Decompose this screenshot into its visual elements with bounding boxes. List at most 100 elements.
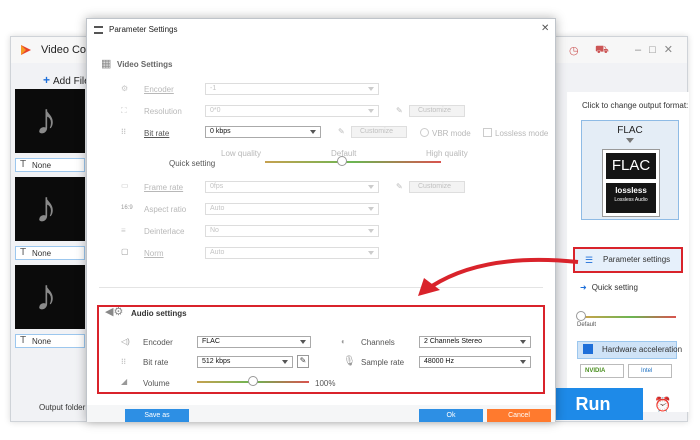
- volume-label: Volume: [143, 379, 170, 388]
- chevron-down-icon: [300, 340, 306, 344]
- audio-bitrate-label: Bit rate: [143, 358, 169, 367]
- encoder-icon: ⚙: [121, 84, 129, 93]
- frame-rate-customize-button[interactable]: ✎ Customize: [396, 181, 465, 193]
- text-icon: T: [20, 247, 27, 258]
- dropdown-arrow-icon: [626, 138, 634, 143]
- file-thumbnail[interactable]: ♪: [15, 89, 85, 153]
- lossless-mode-checkbox[interactable]: [483, 128, 492, 137]
- subtitle-value: None: [32, 249, 52, 258]
- app-logo-icon: [21, 45, 31, 55]
- quality-slider-handle[interactable]: [337, 156, 347, 166]
- norm-select[interactable]: Auto: [205, 247, 379, 259]
- audio-bitrate-value: 512 kbps: [202, 358, 231, 365]
- frame-rate-select[interactable]: 0fps: [205, 181, 379, 193]
- chevron-down-icon: [282, 360, 288, 364]
- video-encoder-value: -1: [210, 85, 217, 92]
- chevron-down-icon: [368, 229, 374, 233]
- audio-encoder-value: FLAC: [202, 338, 220, 345]
- deinterlace-select[interactable]: No: [205, 225, 379, 237]
- nvidia-badge[interactable]: NVIDIA: [580, 364, 624, 378]
- pencil-icon[interactable]: ✎: [297, 355, 309, 368]
- chevron-down-icon: [368, 87, 374, 91]
- audio-bitrate-select[interactable]: 512 kbps: [197, 356, 293, 368]
- intel-badge[interactable]: Intel: [628, 364, 672, 378]
- file-thumbnail[interactable]: ♪: [15, 265, 85, 329]
- music-note-icon: ♪: [35, 95, 57, 144]
- format-icon-caption: Lossless Audio: [614, 197, 648, 203]
- text-icon: T: [20, 159, 27, 170]
- video-settings-title: Video Settings: [117, 60, 173, 69]
- pencil-icon: ✎: [338, 127, 345, 136]
- resolution-value: 0*0: [210, 107, 221, 114]
- chevron-down-icon: [520, 360, 526, 364]
- resolution-icon: ⛶: [121, 106, 127, 115]
- save-as-button[interactable]: Save as: [125, 409, 189, 422]
- sample-rate-label: Sample rate: [361, 358, 405, 367]
- alarm-icon[interactable]: ⏰: [654, 396, 671, 413]
- quality-slider[interactable]: [265, 161, 441, 163]
- add-files-label: Add File: [53, 76, 90, 87]
- bitrate-icon: ⁝⁝: [121, 127, 127, 136]
- hardware-acceleration-label: Hardware acceleration: [602, 345, 683, 354]
- close-icon[interactable]: ✕: [541, 23, 549, 34]
- run-button[interactable]: Run: [543, 388, 643, 420]
- chevron-down-icon: [310, 130, 316, 134]
- video-bitrate-value: 0 kbps: [210, 128, 231, 135]
- change-format-label: Click to change output format:: [582, 101, 689, 110]
- customize-label: Customize: [418, 107, 452, 114]
- aspect-ratio-select[interactable]: Auto: [205, 203, 379, 215]
- sample-rate-select[interactable]: 48000 Hz: [419, 356, 531, 368]
- quick-setting-slider-handle[interactable]: [576, 311, 586, 321]
- microphone-icon: 🎙: [343, 356, 356, 367]
- hardware-acceleration-button[interactable]: Hardware acceleration: [577, 341, 682, 359]
- resolution-customize-button[interactable]: ✎ Customize: [396, 105, 465, 117]
- channels-select[interactable]: 2 Channels Stereo: [419, 336, 531, 348]
- video-encoder-select[interactable]: -1: [205, 83, 379, 95]
- output-format-selector[interactable]: FLAC FLAC lossless Lossless Audio: [581, 120, 679, 220]
- file-thumbnail[interactable]: ♪: [15, 177, 85, 241]
- channels-label: Channels: [361, 338, 395, 347]
- sliders-icon: ☰: [585, 255, 594, 265]
- audio-encoder-icon: ◁): [121, 337, 130, 346]
- window-controls[interactable]: –□✕: [635, 43, 681, 56]
- cart-icon[interactable]: ⛟: [595, 44, 609, 58]
- quick-setting-slider[interactable]: [578, 316, 676, 318]
- audio-settings-title: Audio settings: [131, 309, 187, 318]
- subtitle-select[interactable]: T None: [15, 158, 85, 172]
- subtitle-value: None: [32, 337, 52, 346]
- cancel-button[interactable]: Cancel: [487, 409, 551, 422]
- frame-rate-value: 0fps: [210, 183, 224, 190]
- parameter-settings-label: Parameter settings: [603, 255, 671, 264]
- alarm-clock-icon[interactable]: ◷: [569, 44, 579, 57]
- video-bitrate-label: Bit rate: [144, 129, 170, 138]
- format-icon-top-text: FLAC: [606, 153, 656, 179]
- frame-rate-label: Frame rate: [144, 183, 184, 192]
- parameter-settings-dialog: Parameter Settings ✕ ▦ Video Settings ⚙ …: [86, 18, 556, 422]
- bitrate-customize-button[interactable]: ✎ Customize: [338, 126, 407, 138]
- audio-encoder-select[interactable]: FLAC: [197, 336, 311, 348]
- flac-format-icon: FLAC lossless Lossless Audio: [602, 149, 660, 217]
- chevron-down-icon: [368, 185, 374, 189]
- volume-icon: ◢: [121, 377, 128, 386]
- aspect-ratio-icon: 16:9: [121, 205, 133, 211]
- pencil-icon: ✎: [396, 182, 403, 191]
- aspect-ratio-value: Auto: [210, 205, 225, 212]
- video-bitrate-select[interactable]: 0 kbps: [205, 126, 321, 138]
- ok-button[interactable]: Ok: [419, 409, 483, 422]
- pencil-icon: ✎: [396, 106, 403, 115]
- video-encoder-label: Encoder: [144, 85, 174, 94]
- subtitle-select[interactable]: T None: [15, 246, 85, 260]
- subtitle-select[interactable]: T None: [15, 334, 85, 348]
- chevron-down-icon: [368, 109, 374, 113]
- resolution-select[interactable]: 0*0: [205, 105, 379, 117]
- audio-bitrate-icon: ⁝⁝: [121, 357, 127, 366]
- text-icon: T: [20, 335, 27, 346]
- norm-label: Norm: [144, 249, 164, 258]
- add-files-button[interactable]: + Add File: [43, 73, 90, 87]
- volume-slider-handle[interactable]: [248, 376, 258, 386]
- subtitle-value: None: [32, 161, 52, 170]
- customize-label: Customize: [418, 183, 452, 190]
- vbr-mode-radio[interactable]: [420, 128, 429, 137]
- parameter-settings-button[interactable]: ☰ Parameter settings: [573, 247, 683, 273]
- quick-setting-toggle[interactable]: ➜ Quick setting: [580, 283, 638, 292]
